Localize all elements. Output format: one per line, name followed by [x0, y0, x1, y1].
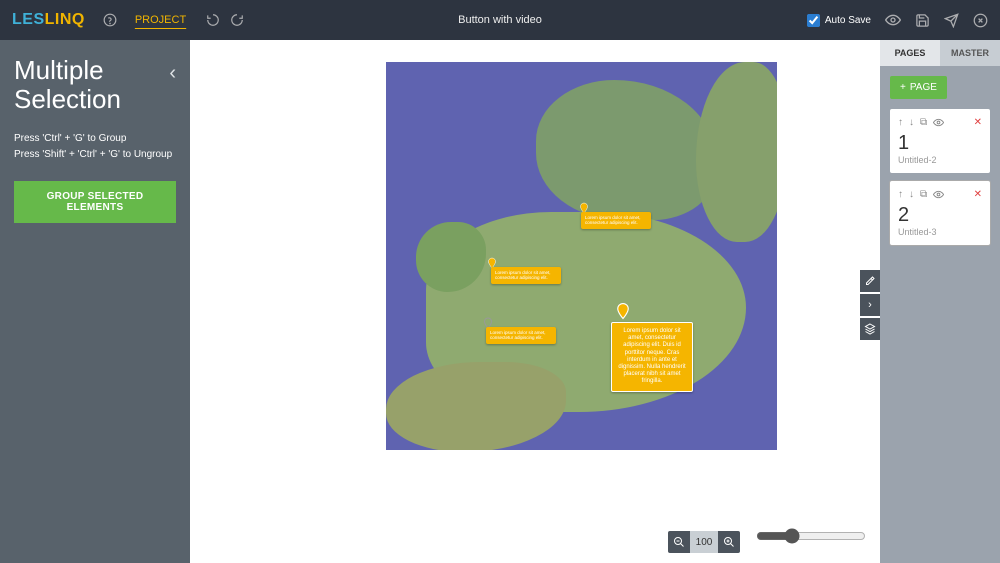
pages-panel: PAGES MASTER +PAGE ↑ ↓ ⧉ ✕ 1 Untitled-2 …	[880, 40, 1000, 563]
autosave-checkbox[interactable]	[807, 14, 820, 27]
zoom-control: 100	[668, 531, 740, 553]
move-down-icon[interactable]: ↓	[909, 117, 914, 128]
tools-icon[interactable]	[860, 270, 880, 292]
visibility-icon[interactable]	[933, 189, 944, 200]
group-selected-button[interactable]: GROUP SELECTED ELEMENTS	[14, 181, 176, 223]
visibility-icon[interactable]	[933, 117, 944, 128]
help-icon[interactable]	[103, 13, 117, 27]
back-chevron-icon[interactable]: ‹	[169, 62, 176, 85]
move-down-icon[interactable]: ↓	[909, 189, 914, 200]
page-name: Untitled-3	[898, 227, 982, 237]
left-panel: Multiple Selection ‹ Press 'Ctrl' + 'G' …	[0, 40, 190, 563]
undo-redo-group	[206, 13, 244, 27]
duplicate-icon[interactable]: ⧉	[920, 117, 927, 128]
add-page-button[interactable]: +PAGE	[890, 76, 947, 99]
canvas-area[interactable]: Lorem ipsum dolor sit amet, consectetur …	[190, 40, 880, 563]
map-callout[interactable]: Lorem ipsum dolor sit amet, consectetur …	[491, 267, 561, 284]
page-number: 2	[898, 204, 982, 227]
document-title: Button with video	[458, 14, 542, 26]
panel-title: Multiple Selection	[14, 56, 176, 113]
right-dock: ›	[860, 270, 880, 342]
layers-icon[interactable]	[860, 318, 880, 340]
map-pin[interactable]	[614, 302, 632, 320]
move-up-icon[interactable]: ↑	[898, 189, 903, 200]
autosave-toggle[interactable]: Auto Save	[807, 14, 871, 27]
move-up-icon[interactable]: ↑	[898, 117, 903, 128]
share-icon[interactable]	[944, 13, 959, 28]
zoom-in-icon[interactable]	[718, 531, 740, 553]
tab-pages[interactable]: PAGES	[880, 40, 940, 66]
zoom-slider[interactable]	[756, 528, 866, 549]
canvas[interactable]: Lorem ipsum dolor sit amet, consectetur …	[386, 62, 777, 450]
logo: LESLINQ	[12, 11, 85, 29]
app-header: LESLINQ PROJECT Button with video Auto S…	[0, 0, 1000, 40]
map-image: Lorem ipsum dolor sit amet, consectetur …	[386, 62, 777, 450]
duplicate-icon[interactable]: ⧉	[920, 189, 927, 200]
zoom-value[interactable]: 100	[690, 531, 718, 553]
undo-icon[interactable]	[206, 13, 220, 27]
expand-panel-icon[interactable]: ›	[860, 294, 880, 316]
panel-tabs: PAGES MASTER	[880, 40, 1000, 66]
project-link[interactable]: PROJECT	[135, 14, 186, 26]
redo-icon[interactable]	[230, 13, 244, 27]
map-callout[interactable]: Lorem ipsum dolor sit amet, consectetur …	[486, 327, 556, 344]
delete-icon[interactable]: ✕	[974, 189, 982, 200]
delete-icon[interactable]: ✕	[974, 117, 982, 128]
page-name: Untitled-2	[898, 155, 982, 165]
page-thumbnail[interactable]: ↑ ↓ ⧉ ✕ 1 Untitled-2	[890, 109, 990, 173]
map-callout-selected[interactable]: Lorem ipsum dolor sit amet, consectetur …	[611, 322, 693, 392]
page-thumbnail[interactable]: ↑ ↓ ⧉ ✕ 2 Untitled-3	[890, 181, 990, 245]
preview-icon[interactable]	[885, 12, 901, 28]
autosave-label: Auto Save	[825, 15, 871, 26]
page-number: 1	[898, 132, 982, 155]
group-hint: Press 'Ctrl' + 'G' to Group Press 'Shift…	[14, 131, 176, 163]
plus-icon: +	[900, 82, 906, 93]
save-icon[interactable]	[915, 13, 930, 28]
zoom-out-icon[interactable]	[668, 531, 690, 553]
close-icon[interactable]	[973, 13, 988, 28]
map-callout[interactable]: Lorem ipsum dolor sit amet, consectetur …	[581, 212, 651, 229]
tab-master[interactable]: MASTER	[940, 40, 1000, 66]
header-right-tools: Auto Save	[807, 12, 988, 28]
